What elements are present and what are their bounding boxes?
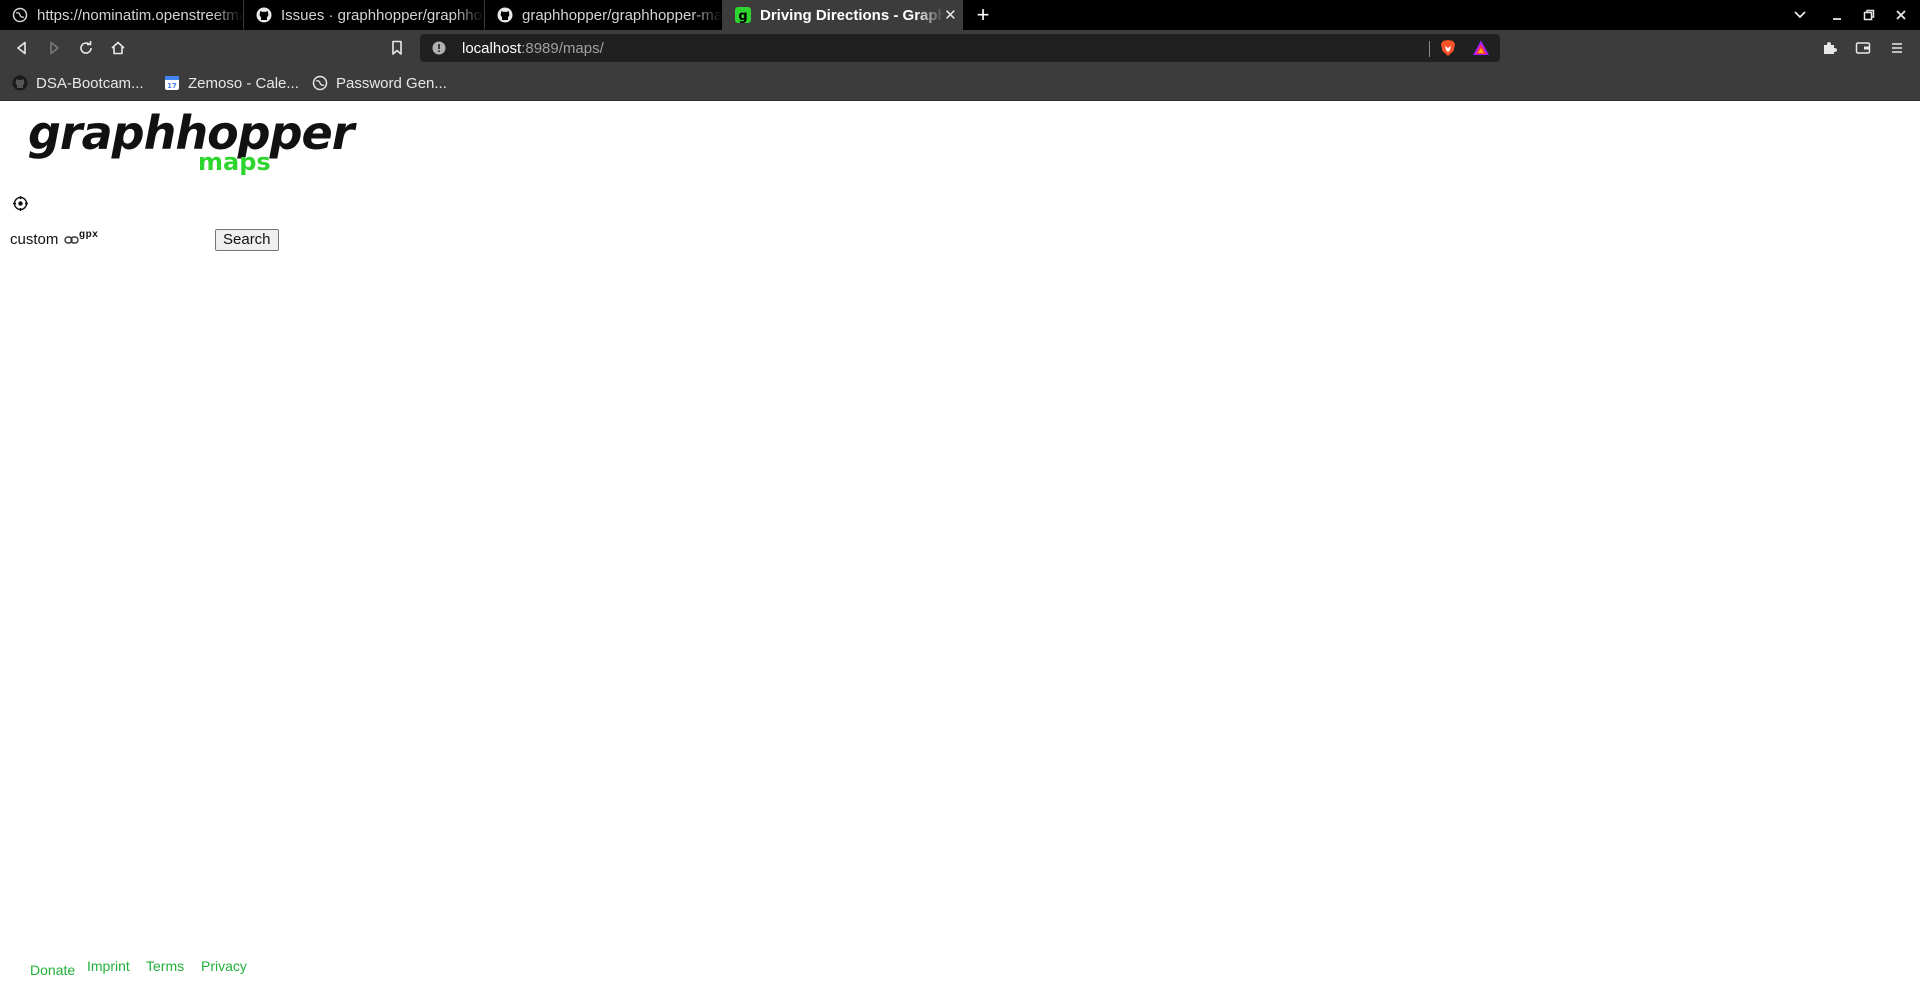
url-host: localhost: [462, 39, 522, 57]
tab-driving-directions[interactable]: g Driving Directions - GraphHopper Maps …: [723, 0, 963, 30]
bookmark-page-icon[interactable]: [385, 36, 409, 60]
brave-shields-icon[interactable]: [1440, 39, 1456, 61]
current-location-icon[interactable]: [13, 196, 28, 211]
logo-sub: maps: [198, 148, 271, 176]
wallet-icon[interactable]: [1851, 36, 1875, 60]
graphhopper-icon: g: [735, 7, 751, 23]
bookmark-dsa-bootcamp[interactable]: DSA-Bootcam...: [12, 74, 144, 92]
github-icon: [12, 75, 28, 91]
home-button[interactable]: [106, 36, 130, 60]
back-button[interactable]: [10, 36, 34, 60]
gpx-export-button[interactable]: gpx: [79, 229, 98, 240]
link-icon[interactable]: [64, 235, 80, 245]
tab-nominatim[interactable]: https://nominatim.openstreetmap.org: [0, 0, 244, 30]
footer-terms-link[interactable]: Terms: [146, 958, 184, 974]
forward-button[interactable]: [42, 36, 66, 60]
tab-title: https://nominatim.openstreetmap.org: [37, 6, 243, 24]
custom-model-toggle[interactable]: custom: [10, 231, 80, 248]
tab-search-chevron-icon[interactable]: [1787, 0, 1813, 30]
menu-icon[interactable]: [1885, 36, 1909, 60]
reload-button[interactable]: [74, 36, 98, 60]
address-bar[interactable]: localhost:8989/maps/: [420, 34, 1500, 62]
svg-text:17: 17: [167, 82, 177, 90]
divider: [1429, 41, 1430, 57]
tab-strip: https://nominatim.openstreetmap.org Issu…: [0, 0, 1920, 30]
tab-title: Driving Directions - GraphHopper Maps: [760, 6, 944, 24]
calendar-icon: 17: [164, 75, 180, 91]
url-path: :8989/maps/: [521, 39, 604, 57]
site-info-icon[interactable]: [432, 41, 450, 55]
bookmark-label: Password Gen...: [336, 74, 447, 92]
bookmarks-bar: DSA-Bootcam... 17 Zemoso - Cale... Passw…: [0, 66, 1920, 101]
bookmark-label: DSA-Bootcam...: [36, 74, 144, 92]
tab-graphhopper-maps-repo[interactable]: graphhopper/graphhopper-maps: [485, 0, 723, 30]
bookmark-label: Zemoso - Cale...: [188, 74, 299, 92]
logo-word: graphhopper: [28, 106, 354, 160]
footer-imprint-link[interactable]: Imprint: [87, 958, 130, 974]
bookmark-zemoso-calendar[interactable]: 17 Zemoso - Cale...: [164, 74, 299, 92]
tab-title: graphhopper/graphhopper-maps: [522, 6, 722, 24]
globe-icon: [12, 7, 28, 23]
custom-label: custom: [10, 231, 59, 248]
github-icon: [256, 7, 272, 23]
github-icon: [497, 7, 513, 23]
globe-icon: [312, 75, 328, 91]
footer-privacy-link[interactable]: Privacy: [201, 958, 247, 974]
brave-rewards-icon[interactable]: [1472, 39, 1490, 61]
graphhopper-maps-logo: graphhopper maps: [28, 110, 354, 180]
search-button[interactable]: Search: [215, 229, 279, 251]
close-window-icon[interactable]: [1888, 0, 1914, 30]
tab-issues[interactable]: Issues · graphhopper/graphhopper: [244, 0, 485, 30]
footer-donate-link[interactable]: Donate: [30, 962, 75, 978]
tab-title: Issues · graphhopper/graphhopper: [281, 6, 484, 24]
restore-icon[interactable]: [1856, 0, 1882, 30]
close-tab-icon[interactable]: ✕: [944, 6, 957, 24]
svg-text:g: g: [738, 9, 747, 23]
extensions-icon[interactable]: [1817, 36, 1841, 60]
minimize-icon[interactable]: [1824, 0, 1850, 30]
new-tab-button[interactable]: +: [972, 0, 994, 30]
bookmark-password-generator[interactable]: Password Gen...: [312, 74, 447, 92]
